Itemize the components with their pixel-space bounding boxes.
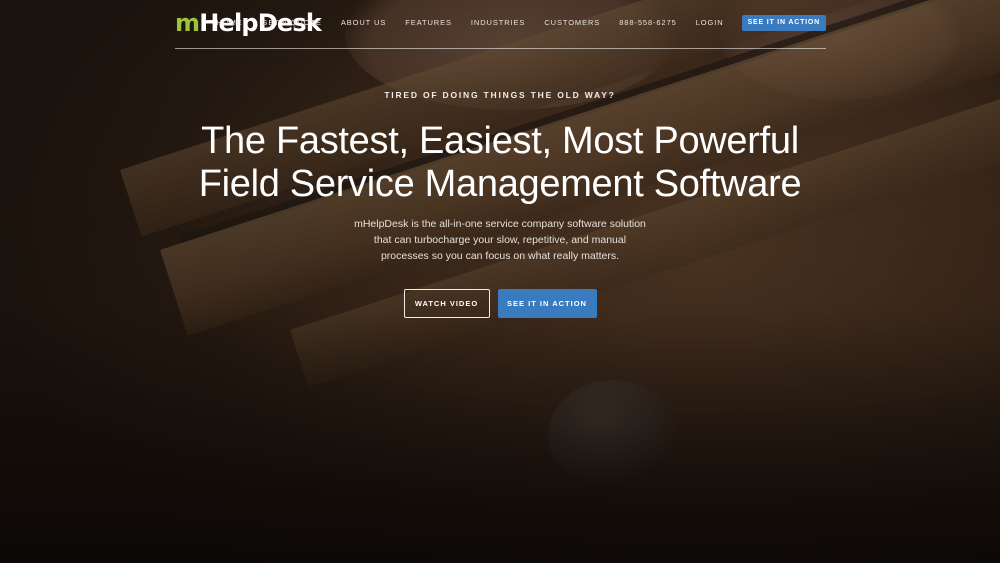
nav-industries[interactable]: INDUSTRIES — [471, 16, 525, 30]
main-nav: HOME GET A QUOTE ABOUT US FEATURES INDUS… — [217, 15, 826, 31]
hero-description: mHelpDesk is the all-in-one service comp… — [354, 218, 646, 262]
hero-title-line-1: The Fastest, Easiest, Most Powerful — [201, 120, 799, 162]
hero-background-image — [0, 0, 1000, 563]
nav-phone[interactable]: 888-558-6275 — [619, 16, 677, 30]
hero-eyebrow: TIRED OF DOING THINGS THE OLD WAY? — [384, 90, 616, 100]
hero-title: The Fastest, Easiest, Most Powerful Fiel… — [0, 120, 1000, 206]
dark-overlay — [0, 0, 1000, 563]
nav-see-it-in-action-button[interactable]: SEE IT IN ACTION — [741, 15, 826, 31]
logo-prefix: m — [175, 9, 200, 37]
nav-login[interactable]: LOGIN — [696, 16, 724, 30]
watch-video-button[interactable]: WATCH VIDEO — [403, 289, 490, 318]
hero-title-line-2: Field Service Management Software — [198, 163, 802, 205]
nav-customers[interactable]: CUSTOMERS — [544, 16, 600, 30]
nav-home[interactable]: HOME — [217, 16, 243, 30]
see-it-in-action-button[interactable]: SEE IT IN ACTION — [497, 289, 597, 318]
nav-about-us[interactable]: ABOUT US — [341, 16, 386, 30]
header-divider — [175, 48, 826, 49]
hero-buttons: WATCH VIDEO SEE IT IN ACTION — [0, 289, 1000, 318]
nav-get-a-quote[interactable]: GET A QUOTE — [262, 16, 322, 30]
nav-features[interactable]: FEATURES — [405, 16, 452, 30]
site-header: mHelpDesk HOME GET A QUOTE ABOUT US FEAT… — [175, 0, 826, 48]
